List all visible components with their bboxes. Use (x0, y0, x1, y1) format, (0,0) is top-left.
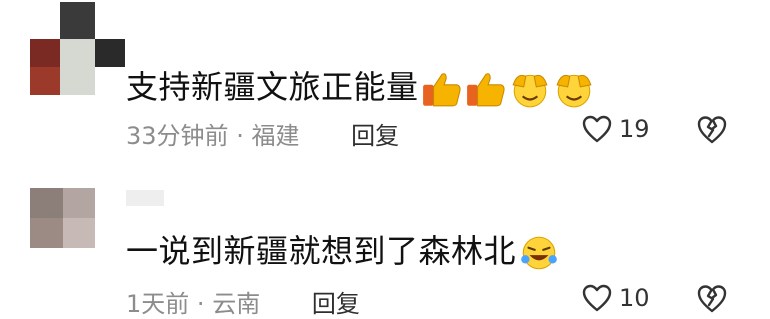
like-button[interactable]: 19 (581, 114, 650, 144)
comment-text: 支持新疆文旅正能量 (126, 62, 595, 108)
like-count: 10 (619, 284, 650, 312)
comment-text-content: 一说到新疆就想到了森林北 (126, 232, 517, 270)
avatar[interactable] (30, 2, 125, 95)
thumbs-up-icon (466, 73, 505, 107)
thumbs-up-icon (422, 73, 461, 107)
reply-button[interactable]: 回复 (312, 290, 360, 318)
clapping-hands-icon (556, 74, 592, 108)
comment-time: 33分钟前 (126, 122, 229, 150)
comment-meta: 1天前 · 云南 回复 (126, 284, 360, 319)
clapping-hands-icon (512, 74, 548, 108)
comment-item: 支持新疆文旅正能量 33分钟前 · 福建 回复 19 (0, 0, 770, 160)
heart-icon (582, 115, 612, 143)
like-button[interactable]: 10 (581, 283, 650, 313)
comment-item: 一说到新疆就想到了森林北 1天前 · 云南 回复 10 (0, 160, 770, 319)
comment-location: 云南 (212, 290, 261, 318)
laughing-crying-icon (521, 236, 557, 270)
comment-location: 福建 (251, 122, 300, 150)
comment-text: 一说到新疆就想到了森林北 (126, 226, 560, 272)
like-count: 19 (619, 115, 650, 143)
emoji-group (419, 68, 595, 108)
broken-heart-icon[interactable] (695, 114, 729, 146)
comment-text-content: 支持新疆文旅正能量 (126, 68, 419, 106)
heart-icon (582, 284, 612, 312)
username-placeholder[interactable] (126, 190, 164, 206)
reply-button[interactable]: 回复 (351, 122, 399, 150)
meta-separator: · (236, 122, 244, 150)
avatar[interactable] (30, 188, 95, 248)
broken-heart-icon[interactable] (695, 283, 729, 315)
meta-separator: · (196, 290, 205, 318)
comment-meta: 33分钟前 · 福建 回复 (126, 116, 399, 151)
comment-time: 1天前 (126, 290, 190, 318)
